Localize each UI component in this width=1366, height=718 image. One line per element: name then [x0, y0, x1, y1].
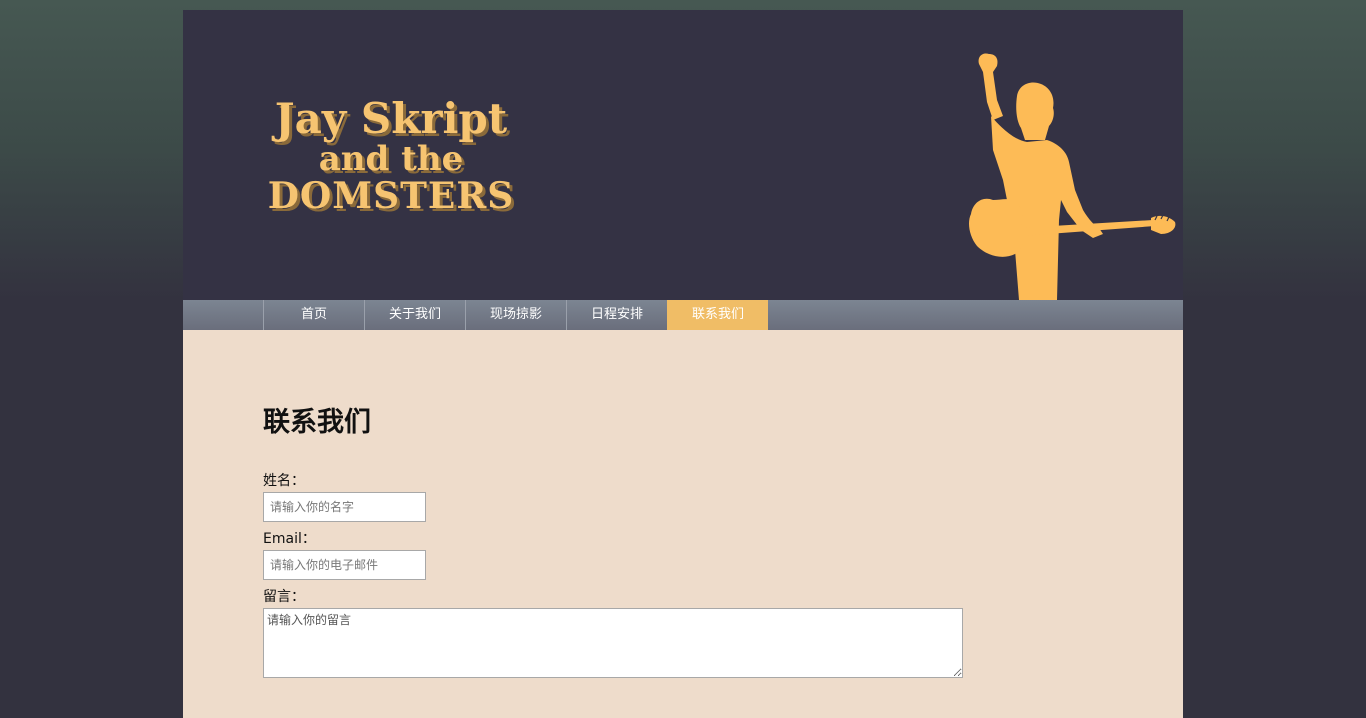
nav-item-home[interactable]: 首页	[263, 300, 364, 330]
name-input[interactable]	[263, 492, 426, 522]
band-logo[interactable]: Jay Skript and the DOMSTERS	[241, 98, 541, 218]
message-label: 留言：	[263, 589, 305, 605]
nav-list: 首页 关于我们 现场掠影 日程安排 联系我们	[263, 300, 768, 330]
nav-item-about[interactable]: 关于我们	[364, 300, 465, 330]
nav-item-schedule[interactable]: 日程安排	[566, 300, 667, 330]
nav-item-contact[interactable]: 联系我们	[667, 300, 768, 330]
email-input[interactable]	[263, 550, 426, 580]
logo-line-3: DOMSTERS	[267, 175, 515, 217]
page-container: Jay Skript and the DOMSTERS 首页 关于我们 现场掠影…	[183, 10, 1183, 718]
name-label: 姓名：	[263, 473, 305, 489]
email-label: Email：	[263, 531, 316, 547]
logo-line-1: Jay Skript	[274, 94, 508, 143]
guitarist-silhouette-icon	[969, 53, 1176, 300]
logo-line-2: and the	[318, 139, 464, 179]
page-title: 联系我们	[263, 407, 371, 438]
main-nav: 首页 关于我们 现场掠影 日程安排 联系我们	[183, 300, 1183, 330]
site-header: Jay Skript and the DOMSTERS	[183, 10, 1183, 300]
message-textarea[interactable]	[263, 608, 963, 678]
nav-item-photos[interactable]: 现场掠影	[465, 300, 566, 330]
